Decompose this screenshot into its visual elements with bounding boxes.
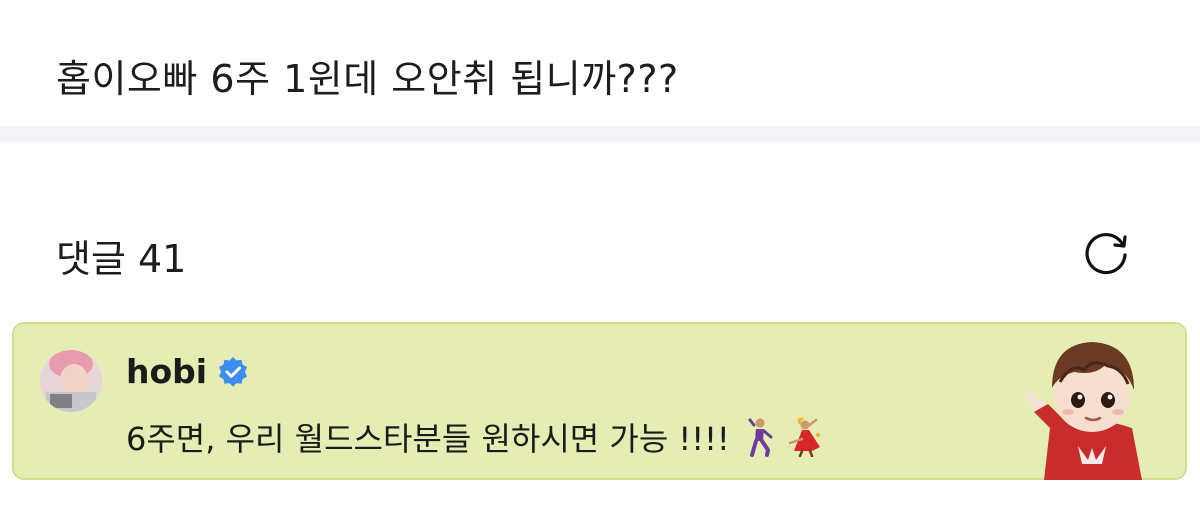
section-divider [0,126,1200,142]
man-dancing-emoji [748,418,773,457]
refresh-button[interactable] [1078,224,1134,280]
comments-count-header: 댓글 41 [56,237,187,281]
verified-badge-icon [219,356,248,387]
woman-dancing-emoji [788,417,820,457]
highlighted-comment-card: hobi 6주면, 우리 월드스타분들 원하시면 가능 !!!! [12,322,1187,480]
author-name[interactable]: hobi [126,352,207,391]
author-row: hobi [126,352,249,391]
post-question: 홉이오빠 6주 1윈데 오안취 됩니까??? [56,57,679,101]
character-sticker-image [1024,342,1142,480]
refresh-icon [1085,232,1127,275]
comment-body: 6주면, 우리 월드스타분들 원하시면 가능 !!!! [126,414,826,460]
avatar[interactable] [40,350,102,412]
comment-text: 6주면, 우리 월드스타분들 원하시면 가능 !!!! [126,420,730,458]
